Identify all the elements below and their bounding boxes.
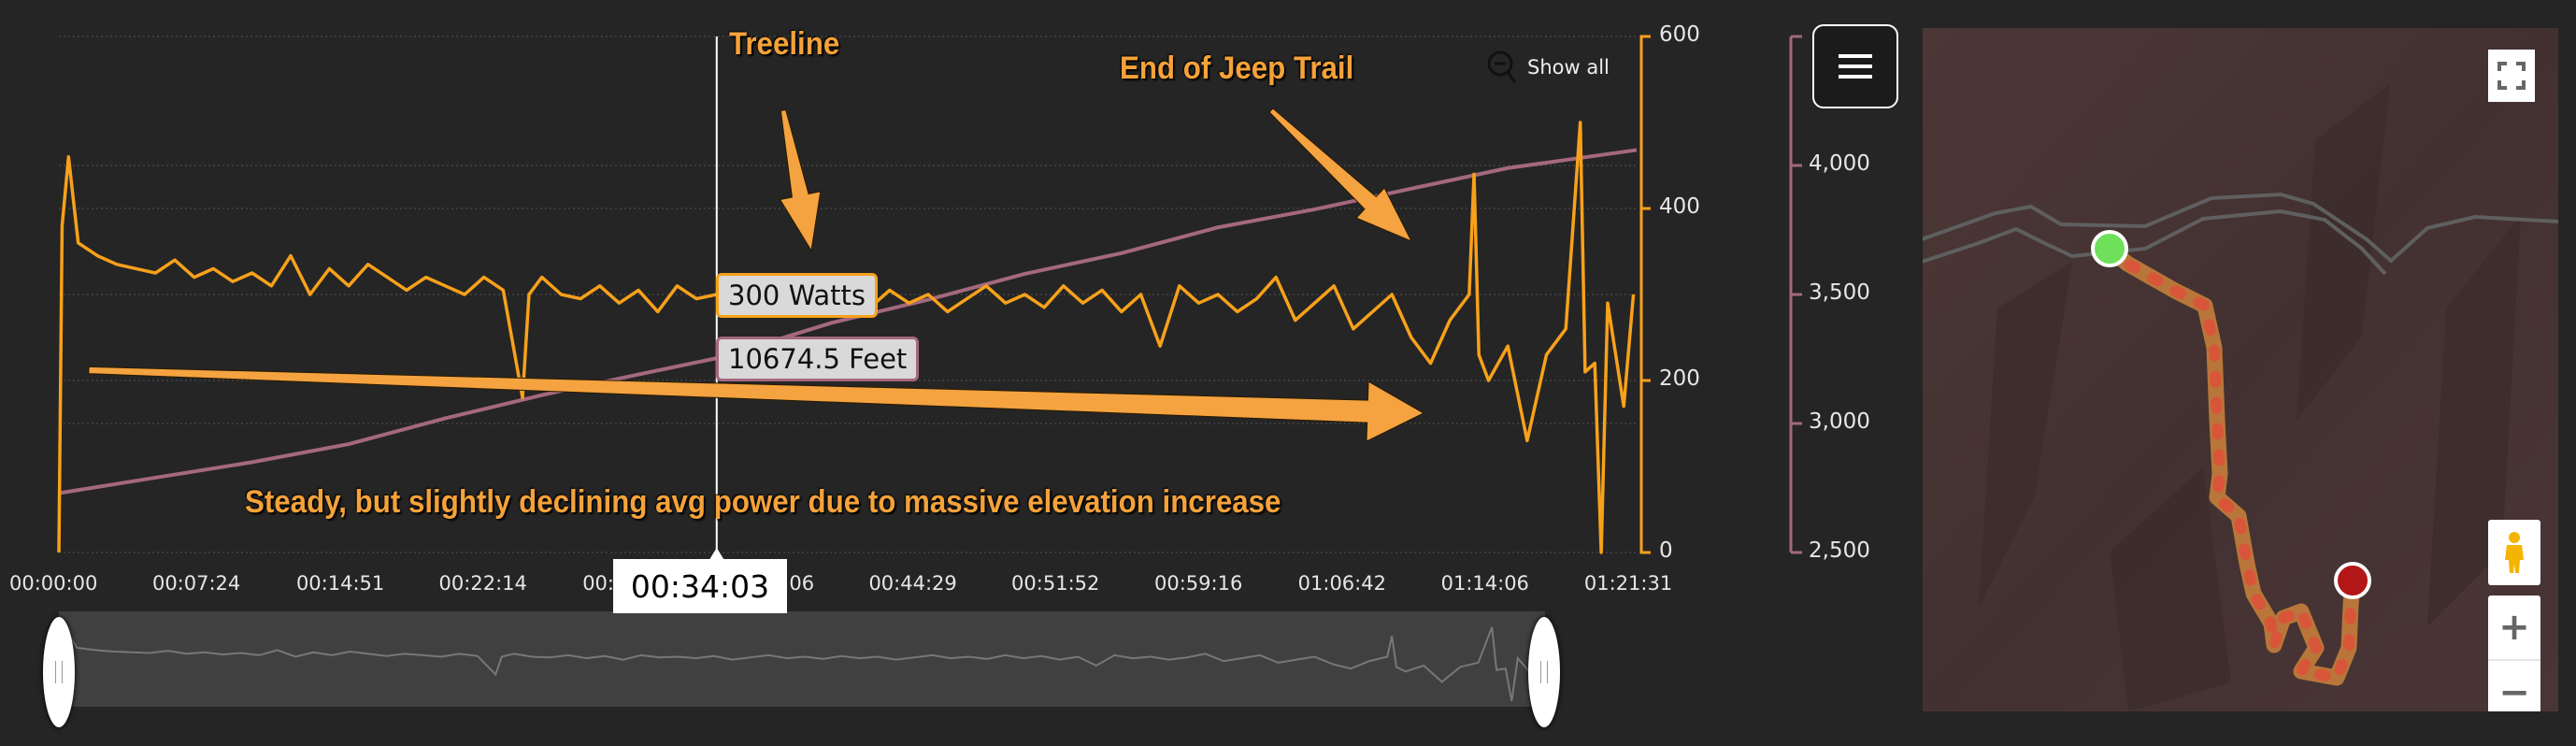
fullscreen-button[interactable] xyxy=(2488,50,2535,102)
x-tick-label: 01:14:06 xyxy=(1440,572,1529,595)
navigator xyxy=(58,611,1545,707)
navigator-left-handle[interactable] xyxy=(43,617,75,727)
x-tick-label: 00:51:52 xyxy=(1011,572,1100,595)
power-tick-label: 0 xyxy=(1659,538,1673,563)
annotation-end-of-jeep-trail: End of Jeep Trail xyxy=(1120,50,1354,86)
x-tick-label: 00:22:14 xyxy=(438,572,527,595)
x-tick-label: 00:44:29 xyxy=(868,572,957,595)
x-tick-label: 01:06:42 xyxy=(1297,572,1386,595)
hamburger-icon xyxy=(1839,54,1872,58)
crosshair-time-label: 00:34:03 xyxy=(613,559,787,613)
route-map[interactable]: + − xyxy=(1923,28,2558,711)
elevation-tick-label: 3,500 xyxy=(1809,280,1870,305)
treeline-arrow xyxy=(779,108,822,252)
annotation-treeline: Treeline xyxy=(729,26,840,62)
zoom-out-button[interactable]: − xyxy=(2488,661,2540,711)
elevation-tick-label: 3,000 xyxy=(1809,409,1870,434)
power-tick-label: 200 xyxy=(1659,366,1700,391)
show-all-label: Show all xyxy=(1527,56,1610,79)
show-all-button[interactable]: Show all xyxy=(1486,49,1610,86)
elevation-series-line xyxy=(58,148,1638,495)
navigator-right-handle[interactable] xyxy=(1528,617,1560,727)
start-marker[interactable] xyxy=(2091,230,2128,267)
x-tick-label: 00:14:51 xyxy=(295,572,385,595)
power-axis-line xyxy=(1639,35,1647,554)
axes xyxy=(1639,35,1802,554)
end-marker[interactable] xyxy=(2334,562,2371,599)
zoom-out-icon xyxy=(1487,50,1517,83)
power-tooltip: 300 Watts xyxy=(716,273,879,318)
elevation-tick-label: 4,000 xyxy=(1809,151,1870,176)
power-tick-label: 600 xyxy=(1659,22,1700,47)
elevation-tooltip: 10674.5 Feet xyxy=(716,337,920,381)
chart-menu-button[interactable] xyxy=(1812,24,1898,108)
x-tick-label: 00:59:16 xyxy=(1154,572,1243,595)
x-tick-label: 00:00:00 xyxy=(9,572,98,595)
x-tick-label: 00:07:24 xyxy=(151,572,241,595)
annotation-power-trend: Steady, but slightly declining avg power… xyxy=(245,484,1281,520)
jeep-trail-arrow xyxy=(1268,108,1413,242)
fullscreen-icon xyxy=(2497,62,2526,90)
x-tick-label: 01:21:31 xyxy=(1583,572,1673,595)
elevation-tick-label: 2,500 xyxy=(1809,538,1870,563)
zoom-in-button[interactable]: + xyxy=(2488,595,2540,661)
street-view-pegman[interactable] xyxy=(2488,520,2540,585)
power-tick-label: 400 xyxy=(1659,194,1700,219)
map-zoom-control: + − xyxy=(2488,595,2540,711)
pegman-icon xyxy=(2505,532,2524,573)
map-canvas[interactable] xyxy=(1923,28,2558,711)
